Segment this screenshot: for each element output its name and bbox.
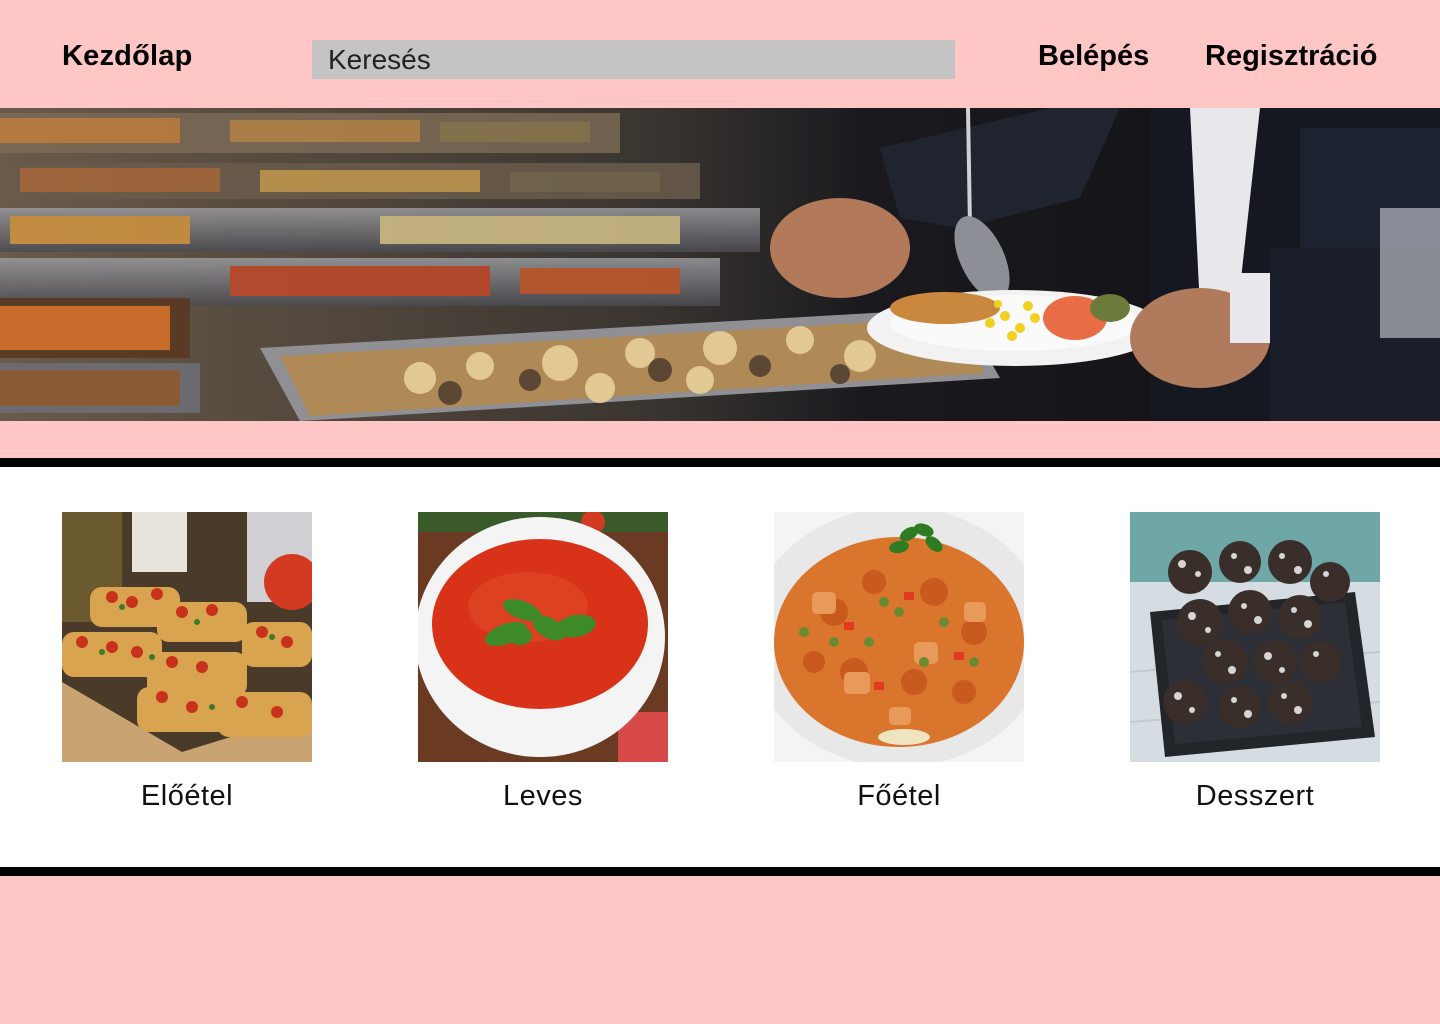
category-card-dessert[interactable]: Desszert [1130, 512, 1380, 812]
dessert-image [1130, 512, 1380, 762]
register-link[interactable]: Regisztráció [1205, 40, 1377, 73]
category-label: Előétel [140, 780, 234, 812]
category-label: Főétel [857, 780, 941, 812]
starter-image [62, 512, 312, 762]
main-course-image [774, 512, 1024, 762]
search-input[interactable] [312, 40, 955, 79]
home-link[interactable]: Kezdőlap [62, 40, 193, 73]
category-label: Desszert [1195, 780, 1315, 812]
category-card-soup[interactable]: Leves [418, 512, 668, 812]
category-card-starter[interactable]: Előétel [62, 512, 312, 812]
top-bar: Kezdőlap Belépés Regisztráció [0, 0, 1440, 108]
hero-image [0, 108, 1440, 421]
divider-bottom [0, 867, 1440, 876]
category-card-main[interactable]: Főétel [774, 512, 1024, 812]
soup-image [418, 512, 668, 762]
category-label: Leves [503, 780, 583, 812]
login-link[interactable]: Belépés [1038, 40, 1149, 73]
divider-top [0, 458, 1440, 467]
